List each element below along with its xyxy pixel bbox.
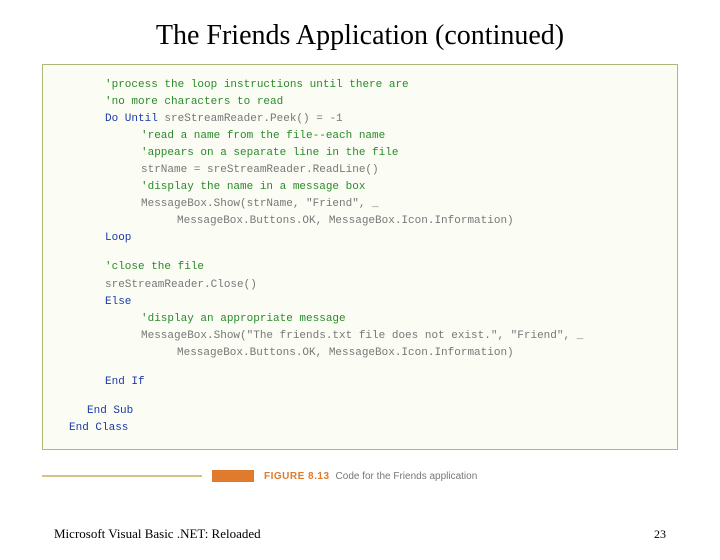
code-text: sreStreamReader.Peek() = -1 <box>158 113 343 125</box>
blank-line <box>63 362 661 374</box>
code-line: MessageBox.Buttons.OK, MessageBox.Icon.I… <box>63 213 661 230</box>
code-line: strName = sreStreamReader.ReadLine() <box>63 162 661 179</box>
keyword: End Sub <box>63 403 661 420</box>
figure-caption-row: FIGURE 8.13 Code for the Friends applicat… <box>42 470 678 482</box>
code-comment: 'display an appropriate message <box>63 311 661 328</box>
caption-rule <box>42 475 202 477</box>
code-comment: 'display the name in a message box <box>63 179 661 196</box>
code-comment: 'no more characters to read <box>63 94 661 111</box>
keyword: Do Until <box>105 113 158 125</box>
code-comment: 'close the file <box>63 259 661 276</box>
keyword: Else <box>63 294 661 311</box>
code-comment: 'process the loop instructions until the… <box>63 77 661 94</box>
code-comment: 'read a name from the file--each name <box>63 128 661 145</box>
blank-line <box>63 247 661 259</box>
code-block: 'process the loop instructions until the… <box>42 64 678 450</box>
code-line: MessageBox.Show(strName, "Friend", _ <box>63 196 661 213</box>
keyword: Loop <box>63 230 661 247</box>
figure-caption-text: Code for the Friends application <box>336 471 478 482</box>
slide-title: The Friends Application (continued) <box>0 20 720 52</box>
keyword: End If <box>63 374 661 391</box>
figure-caption: FIGURE 8.13 Code for the Friends applicat… <box>264 471 477 482</box>
caption-accent-block <box>212 470 254 482</box>
code-line: Do Until sreStreamReader.Peek() = -1 <box>63 111 661 128</box>
keyword: End Class <box>63 420 661 437</box>
blank-line <box>63 391 661 403</box>
code-line: MessageBox.Show("The friends.txt file do… <box>63 328 661 345</box>
code-line: MessageBox.Buttons.OK, MessageBox.Icon.I… <box>63 345 661 362</box>
figure-label: FIGURE 8.13 <box>264 471 330 482</box>
code-line: sreStreamReader.Close() <box>63 277 661 294</box>
code-comment: 'appears on a separate line in the file <box>63 145 661 162</box>
